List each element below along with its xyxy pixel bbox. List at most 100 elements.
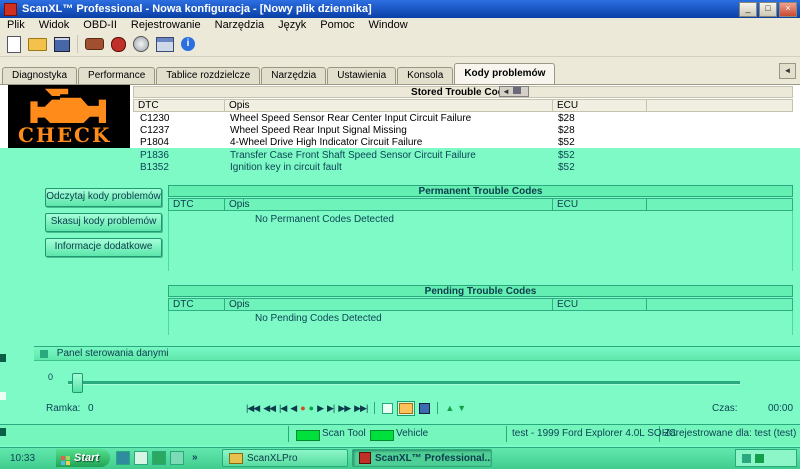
menu-bar: Plik Widok OBD-II Rejestrowanie Narzędzi… <box>0 18 800 32</box>
permanent-col-opis[interactable]: Opis <box>224 198 553 211</box>
quicklaunch-icon-4[interactable] <box>170 451 184 465</box>
menu-narzedzia[interactable]: Narzędzia <box>208 18 272 32</box>
tab-kody-problemow[interactable]: Kody problemów <box>454 63 555 84</box>
additional-info-button[interactable]: Informacje dodatkowe <box>45 238 162 257</box>
scan-tool-label: Scan Tool <box>322 428 366 439</box>
menu-pomoc[interactable]: Pomoc <box>313 18 361 32</box>
scanxl-window: ScanXL™ Professional - Nowa konfiguracja… <box>0 0 800 469</box>
taskbar-button-scanxlpro[interactable]: ScanXLPro <box>222 449 348 467</box>
dashboard-icon[interactable] <box>156 37 174 52</box>
fast-rewind-icon[interactable]: ◀◀ <box>263 403 275 414</box>
pending-empty-message: No Pending Codes Detected <box>255 313 382 324</box>
download-icon[interactable]: ▼ <box>457 403 465 413</box>
quicklaunch-icon-3[interactable] <box>152 451 166 465</box>
pending-col-opis[interactable]: Opis <box>224 298 553 311</box>
tab-konsola[interactable]: Konsola <box>397 67 453 84</box>
desktop-icon-sliver <box>0 428 6 436</box>
save-log-icon[interactable] <box>419 403 430 414</box>
toolbar-separator <box>77 35 78 53</box>
stored-col-ecu[interactable]: ECU <box>552 99 647 112</box>
windows-flag-icon <box>61 456 65 460</box>
opis-cell: Wheel Speed Sensor Rear Center Input Cir… <box>230 113 471 125</box>
clear-codes-button[interactable]: Skasuj kody problemów <box>45 213 162 232</box>
scan-tool-led <box>296 430 320 441</box>
tab-diagnostyka[interactable]: Diagnostyka <box>2 67 77 84</box>
stored-col-blank[interactable] <box>646 99 793 112</box>
permanent-col-dtc[interactable]: DTC <box>168 198 225 211</box>
tab-tablice-rozdzielcze[interactable]: Tablice rozdzielcze <box>156 67 260 84</box>
vehicle-info: test - 1999 Ford Explorer 4.0L SOHC <box>512 428 676 439</box>
record-icon[interactable]: ● <box>300 403 304 413</box>
permanent-col-blank[interactable] <box>646 198 793 211</box>
play-reverse-icon[interactable]: ◀ <box>290 403 296 414</box>
title-bar[interactable]: ScanXL™ Professional - Nowa konfiguracja… <box>0 0 800 18</box>
opis-cell: Transfer Case Front Shaft Speed Sensor C… <box>230 150 476 162</box>
new-file-icon[interactable] <box>7 36 21 53</box>
read-codes-button[interactable]: Odczytaj kody problemów <box>45 188 162 207</box>
app-icon <box>4 3 17 16</box>
tray-icon-2[interactable] <box>755 454 764 463</box>
menu-window[interactable]: Window <box>362 18 415 32</box>
playback-slider-thumb[interactable] <box>72 373 83 393</box>
scan-icon[interactable] <box>111 37 126 52</box>
dtc-cell: C1237 <box>140 125 169 137</box>
upload-icon[interactable]: ▲ <box>445 403 453 413</box>
gauges-icon[interactable] <box>133 36 149 52</box>
taskbar-button-label: ScanXLPro <box>247 453 298 464</box>
ecu-cell: $52 <box>558 150 575 162</box>
pending-col-dtc[interactable]: DTC <box>168 298 225 311</box>
permanent-col-ecu[interactable]: ECU <box>552 198 647 211</box>
tab-ustawienia[interactable]: Ustawienia <box>327 67 396 84</box>
open-file-icon[interactable] <box>28 38 47 51</box>
new-log-icon[interactable] <box>382 403 393 414</box>
menu-plik[interactable]: Plik <box>0 18 32 32</box>
transport-separator <box>437 402 438 414</box>
tab-scroll-left-button[interactable]: ◄ <box>779 63 796 79</box>
menu-widok[interactable]: Widok <box>32 18 77 32</box>
transport-separator <box>374 402 375 414</box>
start-button[interactable]: Start <box>56 449 110 467</box>
menu-obd2[interactable]: OBD-II <box>76 18 124 32</box>
open-log-icon <box>399 403 413 414</box>
open-log-selected[interactable] <box>397 401 415 416</box>
opis-cell: 4-Wheel Drive High Indicator Circuit Fai… <box>230 137 422 149</box>
quicklaunch-more-chevron[interactable]: » <box>192 452 198 463</box>
close-button[interactable]: × <box>779 2 797 17</box>
pending-col-ecu[interactable]: ECU <box>552 298 647 311</box>
step-forward-icon[interactable]: ▶| <box>327 403 334 414</box>
fast-forward-icon[interactable]: ▶▶ <box>338 403 350 414</box>
status-separator <box>288 426 289 442</box>
play-icon[interactable]: ▶ <box>317 403 323 414</box>
stored-col-dtc[interactable]: DTC <box>133 99 225 112</box>
menu-jezyk[interactable]: Język <box>271 18 313 32</box>
maximize-button[interactable]: □ <box>759 2 777 17</box>
ecu-cell: $28 <box>558 125 575 137</box>
check-engine-label: CHECK <box>18 123 111 147</box>
menu-rejestrowanie[interactable]: Rejestrowanie <box>124 18 208 32</box>
dtc-cell: P1804 <box>140 137 169 149</box>
connect-icon[interactable] <box>85 38 104 50</box>
permanent-empty-message: No Permanent Codes Detected <box>255 214 394 225</box>
stored-col-opis[interactable]: Opis <box>224 99 553 112</box>
tray-icon-1[interactable] <box>742 454 751 463</box>
info-icon[interactable]: i <box>181 37 195 51</box>
stored-codes-header: Stored Trouble Codes <box>133 86 793 98</box>
quicklaunch-icon-1[interactable] <box>116 451 130 465</box>
minimize-button[interactable]: _ <box>739 2 757 17</box>
pending-col-blank[interactable] <box>646 298 793 311</box>
quicklaunch-icon-2[interactable] <box>134 451 148 465</box>
artifact-block <box>513 87 521 94</box>
tab-performance[interactable]: Performance <box>78 67 155 84</box>
folder-icon <box>229 453 243 464</box>
scanxl-app-icon <box>359 452 371 464</box>
status-separator <box>506 426 507 442</box>
stop-icon[interactable]: ● <box>309 403 313 413</box>
tab-narzedzia[interactable]: Narzędzia <box>261 67 326 84</box>
skip-end-icon[interactable]: ▶▶| <box>354 403 367 414</box>
skip-start-icon[interactable]: |◀◀ <box>246 403 259 414</box>
step-back-icon[interactable]: |◀ <box>279 403 286 414</box>
playback-slider-track[interactable] <box>68 381 740 385</box>
save-icon[interactable] <box>54 37 70 52</box>
taskbar-button-scanxl[interactable]: ScanXL™ Professional... <box>352 449 492 467</box>
dtc-cell: C1230 <box>140 113 169 125</box>
